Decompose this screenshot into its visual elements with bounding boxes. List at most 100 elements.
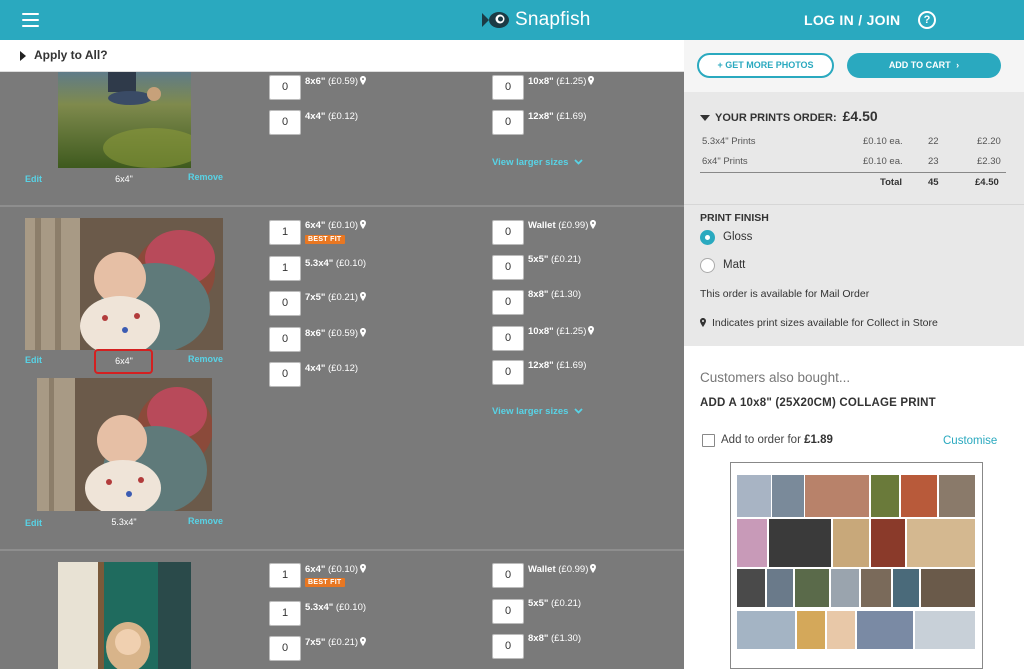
order-total-divider [700, 172, 1006, 173]
size-option: 8x6" (£0.59) [305, 328, 367, 339]
quantity-input[interactable]: 0 [492, 290, 524, 315]
quantity-input[interactable]: 0 [492, 599, 524, 624]
pin-icon [360, 637, 367, 646]
order-total: £4.50 [842, 108, 878, 124]
remove-link-1[interactable]: Remove [188, 172, 223, 182]
quantity-input[interactable]: 1 [269, 601, 301, 626]
order-title[interactable]: YOUR PRINTS ORDER: £4.50 [700, 108, 878, 124]
apply-to-all-toggle[interactable]: Apply to All? [0, 40, 684, 72]
triangle-right-icon [20, 51, 26, 61]
fish-icon [482, 12, 509, 28]
prints-order-box: YOUR PRINTS ORDER: £4.50 5.3x4" Prints £… [684, 92, 1024, 204]
brand-name: Snapfish [515, 9, 591, 30]
quantity-input[interactable]: 1 [269, 563, 301, 588]
top-header: Snapfish LOG IN / JOIN ? [0, 0, 1024, 40]
gloss-label[interactable]: Gloss [723, 231, 752, 243]
pin-icon [588, 326, 595, 335]
matt-label[interactable]: Matt [723, 259, 745, 271]
edit-link-1[interactable]: Edit [25, 174, 42, 184]
quantity-input[interactable]: 0 [492, 110, 524, 135]
login-join-link[interactable]: LOG IN / JOIN [804, 12, 900, 28]
pin-icon [360, 76, 367, 85]
size-option: 5.3x4" (£0.10) [305, 602, 367, 613]
print-finish-box: PRINT FINISH Gloss Matt This order is av… [684, 204, 1024, 346]
pin-icon [590, 220, 597, 229]
remove-link-2[interactable]: Remove [188, 354, 223, 364]
size-option: 4x4" (£0.12) [305, 111, 359, 122]
quantity-input[interactable]: 0 [269, 110, 301, 135]
view-larger-sizes-link[interactable]: View larger sizes [492, 406, 584, 417]
size-option: 10x8" (£1.25) [528, 326, 595, 337]
size-option: 8x8" (£1.30) [528, 633, 582, 644]
chevron-right-icon: › [956, 60, 960, 70]
quantity-input[interactable]: 1 [269, 220, 301, 245]
view-larger-sizes-link[interactable]: View larger sizes [492, 157, 584, 168]
quantity-input[interactable]: 0 [492, 255, 524, 280]
size-option: Wallet (£0.99) [528, 220, 597, 231]
size-option: 7x5" (£0.21) [305, 292, 367, 303]
quantity-input[interactable]: 0 [269, 327, 301, 352]
size-option: 4x4" (£0.12) [305, 363, 359, 374]
add-collage-checkbox[interactable] [702, 434, 715, 447]
apply-to-all-label: Apply to All? [34, 48, 108, 62]
collect-in-store-info: Indicates print sizes available for Coll… [700, 317, 938, 329]
quantity-input[interactable]: 0 [269, 362, 301, 387]
pin-icon [590, 564, 597, 573]
print-finish-title: PRINT FINISH [700, 212, 769, 224]
pin-icon [360, 328, 367, 337]
add-collage-label[interactable]: Add to order for £1.89 [721, 434, 833, 446]
size-option: 7x5" (£0.21) [305, 637, 367, 648]
photo-thumbnail-2[interactable] [25, 218, 223, 350]
quantity-input[interactable]: 0 [492, 360, 524, 385]
best-fit-badge: BEST FIT [305, 578, 345, 587]
chevron-down-icon [574, 159, 584, 165]
mail-order-info: This order is available for Mail Order [700, 288, 870, 300]
best-fit-badge: BEST FIT [305, 235, 345, 244]
photo-size-label-1: 6x4" [115, 174, 133, 184]
brand-logo[interactable]: Snapfish [480, 8, 591, 32]
size-option: 6x4" (£0.10) [305, 220, 367, 231]
remove-link-3[interactable]: Remove [188, 516, 223, 526]
pin-icon [360, 220, 367, 229]
quantity-input[interactable]: 0 [492, 326, 524, 351]
help-icon[interactable]: ? [918, 11, 936, 29]
photo-list-panel: Apply to All? Edit 6x4" Remove 0 8x6" (£… [0, 40, 684, 669]
add-to-cart-button[interactable]: ADD TO CART › [847, 53, 1001, 78]
gloss-radio[interactable] [700, 230, 715, 245]
matt-radio[interactable] [700, 258, 715, 273]
edit-link-3[interactable]: Edit [25, 518, 42, 528]
size-option: 8x6" (£0.59) [305, 76, 367, 87]
quantity-input[interactable]: 0 [269, 291, 301, 316]
get-more-photos-button[interactable]: + GET MORE PHOTOS [697, 53, 834, 78]
photo-size-label-3: 5.3x4" [111, 517, 137, 527]
photo-thumbnail-4[interactable] [58, 562, 191, 669]
pin-icon [360, 292, 367, 301]
collage-title: ADD A 10x8" (25X20CM) COLLAGE PRINT [700, 397, 936, 409]
quantity-input[interactable]: 0 [492, 563, 524, 588]
size-option: 5x5" (£0.21) [528, 254, 582, 265]
quantity-input[interactable]: 0 [492, 220, 524, 245]
edit-link-2[interactable]: Edit [25, 355, 42, 365]
pin-icon [360, 564, 367, 573]
group-divider [0, 205, 684, 207]
collage-preview[interactable] [730, 462, 983, 669]
size-option: 6x4" (£0.10) [305, 564, 367, 575]
chevron-down-icon [574, 408, 584, 414]
size-option: 10x8" (£1.25) [528, 76, 595, 87]
pin-icon [700, 318, 706, 327]
size-option: 12x8" (£1.69) [528, 111, 587, 122]
customise-link[interactable]: Customise [943, 435, 997, 447]
size-option: 8x8" (£1.30) [528, 289, 582, 300]
quantity-input[interactable]: 0 [269, 636, 301, 661]
size-option: Wallet (£0.99) [528, 564, 597, 575]
quantity-input[interactable]: 1 [269, 256, 301, 281]
order-summary-panel: + GET MORE PHOTOS ADD TO CART › YOUR PRI… [684, 40, 1024, 669]
quantity-input[interactable]: 0 [492, 634, 524, 659]
quantity-input[interactable]: 0 [492, 75, 524, 100]
size-option: 12x8" (£1.69) [528, 360, 587, 371]
size-option: 5.3x4" (£0.10) [305, 258, 367, 269]
photo-thumbnail-3[interactable] [37, 378, 212, 511]
menu-icon[interactable] [22, 13, 39, 27]
quantity-input[interactable]: 0 [269, 75, 301, 100]
photo-thumbnail-1[interactable] [58, 70, 191, 168]
